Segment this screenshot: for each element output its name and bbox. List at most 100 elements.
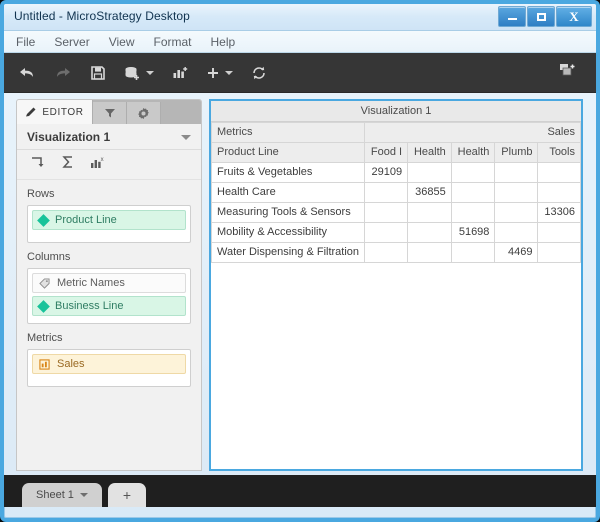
grid-cell-4-3[interactable]: 4469: [495, 243, 538, 263]
minimize-button[interactable]: [498, 6, 526, 27]
grid-cell-1-2[interactable]: [451, 183, 495, 203]
tab-editor-label: EDITOR: [42, 107, 83, 118]
zone-columns-item-business-line[interactable]: Business Line: [32, 296, 186, 316]
attribute-diamond-icon: [37, 214, 50, 227]
add-data-button[interactable]: [124, 65, 154, 81]
toolbar: [4, 53, 596, 93]
zone-columns-dropbox[interactable]: Metric Names Business Line: [27, 268, 191, 324]
table-row: Fruits & Vegetables 29109: [212, 163, 581, 183]
menu-item-file[interactable]: File: [16, 35, 46, 49]
grid-cell-1-0[interactable]: [365, 183, 408, 203]
main-content: EDITOR Visualization 1: [4, 93, 596, 475]
grid-column-header-1[interactable]: Health: [408, 143, 452, 163]
zone-rows: Rows Product Line: [17, 180, 201, 243]
gear-icon: [137, 107, 150, 120]
visualization-panel[interactable]: Visualization 1 Metrics Sales Product Li…: [209, 99, 583, 471]
grid-cell-1-4[interactable]: [538, 183, 581, 203]
maximize-button[interactable]: [527, 6, 555, 27]
grid-row-label-0: Fruits & Vegetables: [212, 163, 365, 183]
insert-chevron-down-icon[interactable]: [225, 71, 233, 75]
grid-row-label-1: Health Care: [212, 183, 365, 203]
grid-cell-2-1[interactable]: [408, 203, 452, 223]
sheet-chevron-down-icon[interactable]: [80, 493, 88, 497]
add-visualization-icon: [172, 65, 188, 81]
zone-metrics-item-sales[interactable]: Sales: [32, 354, 186, 374]
chart-format-button[interactable]: x: [90, 155, 105, 174]
grid-cell-4-4[interactable]: [538, 243, 581, 263]
grid-row-label-2: Measuring Tools & Sensors: [212, 203, 365, 223]
zone-columns-item-metric-names[interactable]: Metric Names: [32, 273, 186, 293]
grid-column-header-2[interactable]: Health: [451, 143, 495, 163]
zone-rows-item-product-line[interactable]: Product Line: [32, 210, 186, 230]
grid-row-label-3: Mobility & Accessibility: [212, 223, 365, 243]
grid-cell-0-0[interactable]: 29109: [365, 163, 408, 183]
filter-icon: [104, 107, 116, 119]
totals-icon: [61, 155, 75, 169]
menu-item-server[interactable]: Server: [54, 35, 100, 49]
grid-cell-2-2[interactable]: [451, 203, 495, 223]
grid-cell-2-0[interactable]: [365, 203, 408, 223]
menu-item-view[interactable]: View: [109, 35, 146, 49]
zone-metrics-label: Metrics: [27, 332, 191, 344]
add-sheet-button[interactable]: +: [108, 483, 146, 507]
pencil-icon: [25, 106, 37, 118]
pivot-button[interactable]: [31, 155, 46, 174]
table-row: Health Care 36855: [212, 183, 581, 203]
new-document-button[interactable]: [558, 62, 576, 84]
visualization-selector[interactable]: Visualization 1: [17, 124, 201, 150]
close-button[interactable]: X: [556, 6, 592, 27]
zone-metrics-item-label: Sales: [57, 358, 85, 370]
zone-columns: Columns Metric Names Business Line: [17, 243, 201, 324]
grid-cell-1-1[interactable]: 36855: [408, 183, 452, 203]
grid-cell-0-1[interactable]: [408, 163, 452, 183]
save-icon: [90, 65, 106, 81]
grid-column-header-0[interactable]: Food I: [365, 143, 408, 163]
zone-metrics-dropbox[interactable]: Sales: [27, 349, 191, 387]
grid-metrics-label: Metrics: [212, 123, 365, 143]
grid-cell-4-2[interactable]: [451, 243, 495, 263]
grid-cell-3-0[interactable]: [365, 223, 408, 243]
totals-button[interactable]: [61, 155, 75, 174]
refresh-icon: [251, 65, 267, 81]
grid-column-header-3[interactable]: Plumb: [495, 143, 538, 163]
visualization-chevron-down-icon[interactable]: [181, 135, 191, 140]
refresh-button[interactable]: [251, 65, 267, 81]
save-button[interactable]: [90, 65, 106, 81]
redo-button[interactable]: [54, 65, 72, 81]
sheet-tab-1[interactable]: Sheet 1: [22, 483, 102, 507]
visualization-selector-label: Visualization 1: [27, 130, 110, 144]
grid-cell-3-1[interactable]: [408, 223, 452, 243]
grid-cell-3-2[interactable]: 51698: [451, 223, 495, 243]
add-visualization-button[interactable]: [172, 65, 188, 81]
grid-body: Fruits & Vegetables 29109 Health Care 36…: [212, 163, 581, 263]
zone-columns-item-1-label: Business Line: [55, 300, 124, 312]
grid-cell-2-3[interactable]: [495, 203, 538, 223]
grid-column-header-4[interactable]: Tools: [538, 143, 581, 163]
grid-cell-4-1[interactable]: [408, 243, 452, 263]
grid-cell-0-2[interactable]: [451, 163, 495, 183]
menu-item-format[interactable]: Format: [153, 35, 202, 49]
chart-format-icon: x: [90, 155, 105, 169]
window-controls: X: [498, 6, 592, 27]
grid-cell-2-4[interactable]: 13306: [538, 203, 581, 223]
grid-cell-3-4[interactable]: [538, 223, 581, 243]
tab-properties[interactable]: [127, 102, 161, 124]
zone-rows-dropbox[interactable]: Product Line: [27, 205, 191, 243]
redo-icon: [54, 65, 72, 81]
grid-metric-group-sales: Sales: [365, 123, 581, 143]
add-data-chevron-down-icon[interactable]: [146, 71, 154, 75]
grid-cell-3-3[interactable]: [495, 223, 538, 243]
insert-button[interactable]: [206, 66, 233, 80]
menu-item-help[interactable]: Help: [211, 35, 247, 49]
grid-cell-0-4[interactable]: [538, 163, 581, 183]
grid-cell-1-3[interactable]: [495, 183, 538, 203]
window-title: Untitled - MicroStrategy Desktop: [14, 9, 190, 23]
grid-cell-0-3[interactable]: [495, 163, 538, 183]
minimize-icon: [508, 18, 517, 20]
grid-cell-4-0[interactable]: [365, 243, 408, 263]
menu-bar: File Server View Format Help: [4, 31, 596, 53]
plus-icon: [206, 66, 220, 80]
tab-filters[interactable]: [93, 102, 127, 124]
tab-editor[interactable]: EDITOR: [17, 100, 93, 124]
undo-button[interactable]: [18, 65, 36, 81]
